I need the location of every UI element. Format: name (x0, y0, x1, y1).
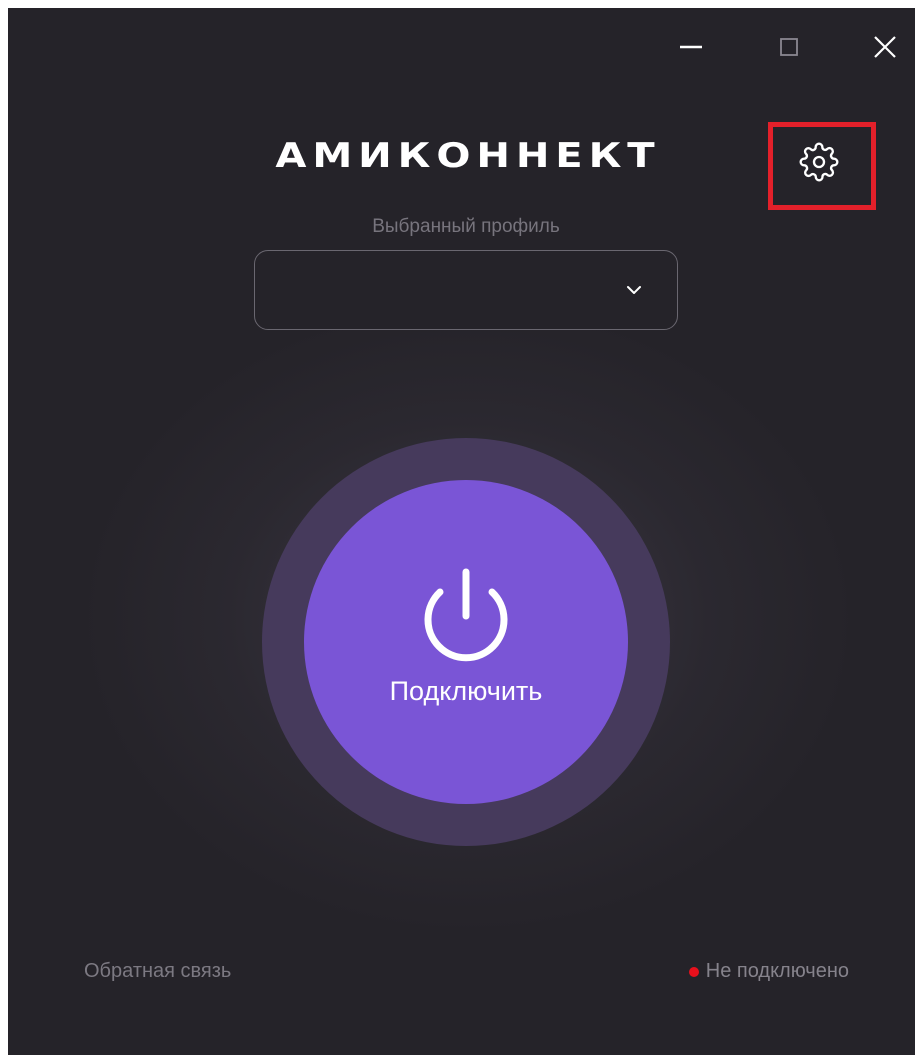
connect-button[interactable]: Подключить (304, 480, 628, 804)
close-icon (874, 36, 896, 58)
profile-label: Выбранный профиль (372, 216, 560, 237)
chevron-down-icon (627, 286, 641, 294)
connection-status: Не подключено (688, 960, 849, 983)
power-icon (424, 568, 508, 662)
gear-icon (799, 142, 839, 182)
minimize-button[interactable] (674, 30, 708, 64)
connect-label: Подключить (389, 676, 543, 706)
maximize-button[interactable] (772, 30, 806, 64)
close-button[interactable] (868, 30, 902, 64)
app-logo: АМИКОННЕКТ (275, 136, 661, 176)
status-text: Не подключено (705, 960, 849, 982)
app-window: АМИКОННЕКТ Выбранный профиль Подключить … (8, 8, 915, 1055)
profile-dropdown[interactable] (254, 250, 678, 330)
feedback-link[interactable]: Обратная связь (84, 960, 231, 983)
maximize-icon (780, 38, 798, 56)
minimize-icon (680, 45, 702, 49)
status-dot (688, 966, 699, 977)
settings-button[interactable] (793, 136, 845, 188)
